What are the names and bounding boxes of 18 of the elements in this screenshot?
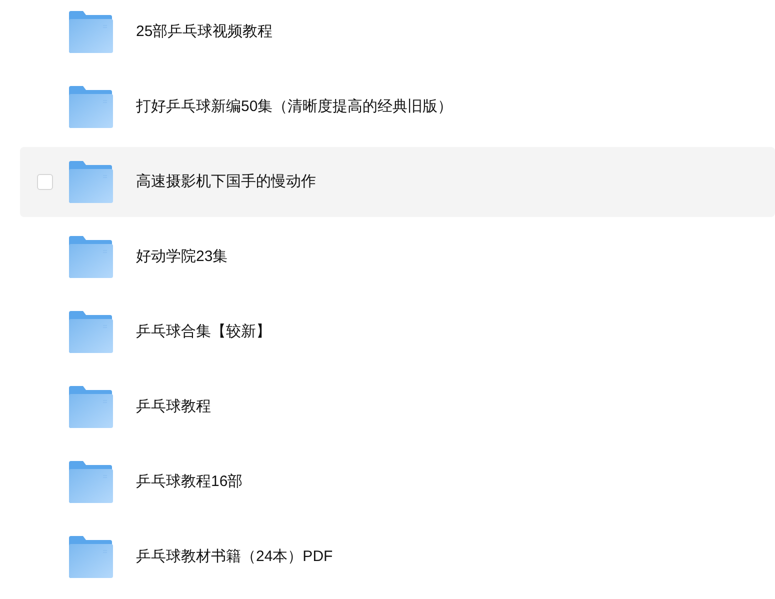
folder-name[interactable]: 乒乓球教程 (136, 396, 211, 418)
folder-name[interactable]: 乒乓球合集【较新】 (136, 320, 271, 344)
folder-icon (68, 311, 113, 353)
folder-icon (68, 86, 113, 128)
folder-icon (68, 386, 113, 428)
folder-name[interactable]: 打好乒乓球新编50集（清晰度提高的经典旧版） (136, 96, 453, 118)
folder-row[interactable]: 高速摄影机下国手的慢动作 (20, 147, 775, 217)
folder-name[interactable]: 乒乓球教材书籍（24本）PDF (136, 546, 333, 568)
folder-icon (68, 461, 113, 503)
folder-name[interactable]: 高速摄影机下国手的慢动作 (136, 170, 316, 194)
folder-icon (68, 161, 113, 203)
folder-name[interactable]: 好动学院23集 (136, 246, 228, 268)
folder-icon (68, 11, 113, 53)
folder-icon (68, 536, 113, 578)
folder-icon (68, 236, 113, 278)
checkbox[interactable] (37, 174, 53, 190)
folder-name[interactable]: 乒乓球教程16部 (136, 470, 243, 494)
folder-name[interactable]: 25部乒乓球视频教程 (136, 20, 273, 44)
